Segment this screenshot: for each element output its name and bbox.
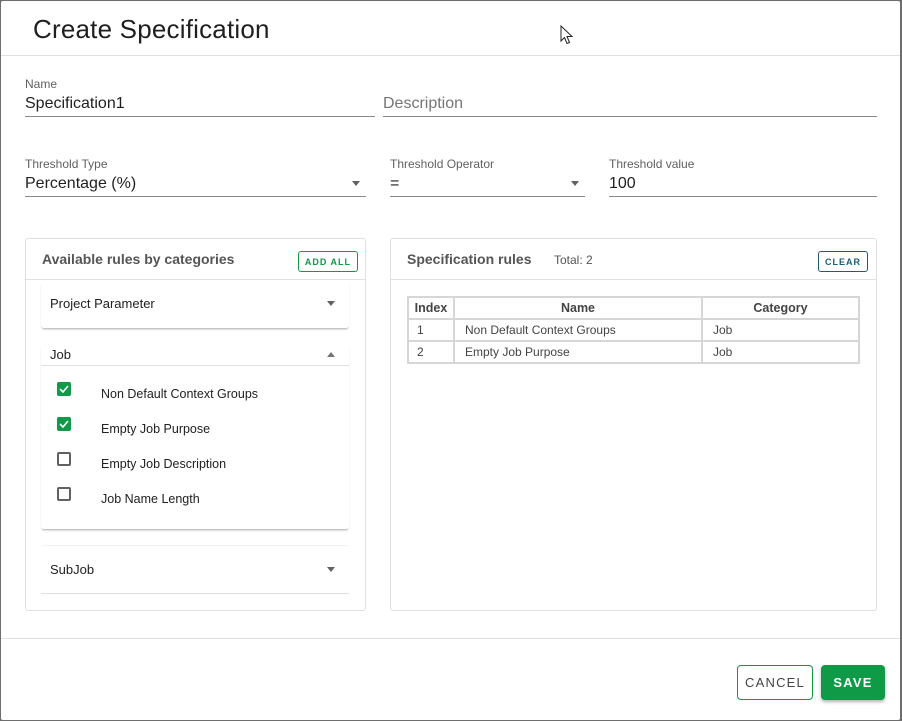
description-input-wrapper <box>383 91 877 117</box>
column-header-index[interactable]: Index <box>407 296 455 320</box>
check-icon <box>59 384 69 393</box>
cell-category: Job <box>701 340 860 364</box>
checkbox-unchecked[interactable] <box>57 451 71 466</box>
available-rules-panel: Available rules by categories ADD ALL Pr… <box>25 238 366 611</box>
table-header-row: Index Name Category <box>407 296 860 320</box>
threshold-operator-field: Threshold Operator = <box>390 157 585 197</box>
cell-index: 2 <box>407 340 455 364</box>
save-button[interactable]: SAVE <box>821 665 885 700</box>
checkbox-unchecked[interactable] <box>57 486 71 501</box>
rule-label: Empty Job Purpose <box>101 421 211 436</box>
checkbox-checked[interactable] <box>57 416 71 431</box>
threshold-value-input-wrapper <box>609 171 877 197</box>
threshold-type-label: Threshold Type <box>25 157 108 171</box>
rule-item[interactable]: Job Name Length <box>41 481 349 516</box>
threshold-value-field: Threshold value <box>609 157 877 197</box>
category-header-job[interactable]: Job <box>41 344 349 366</box>
name-field: Name <box>25 77 375 117</box>
specification-rules-table: Index Name Category 1 Non Default Contex… <box>407 296 860 364</box>
threshold-type-value: Percentage (%) <box>25 174 137 192</box>
cancel-button[interactable]: CANCEL <box>737 665 813 700</box>
category-label: Job <box>50 347 71 362</box>
category-accordion-subjob: SubJob <box>41 545 349 594</box>
threshold-value-input[interactable] <box>609 174 871 193</box>
job-rules-list: Non Default Context Groups Empty Job Pur… <box>41 366 349 516</box>
total-count: Total: 2 <box>554 253 593 267</box>
chevron-down-icon <box>352 181 360 186</box>
column-header-category[interactable]: Category <box>701 296 860 320</box>
rule-item[interactable]: Non Default Context Groups <box>41 376 349 411</box>
table-row[interactable]: 2 Empty Job Purpose Job <box>407 340 860 364</box>
threshold-operator-label: Threshold Operator <box>390 157 495 171</box>
threshold-value-label: Threshold value <box>609 157 695 171</box>
threshold-operator-select[interactable]: = <box>390 171 585 197</box>
category-label: SubJob <box>50 562 95 577</box>
cell-category: Job <box>701 318 860 342</box>
description-field <box>383 77 877 117</box>
clear-button[interactable]: CLEAR <box>818 251 868 272</box>
category-header-project-parameter[interactable]: Project Parameter <box>41 281 349 325</box>
check-icon <box>59 419 69 428</box>
column-header-name[interactable]: Name <box>453 296 703 320</box>
name-input[interactable] <box>25 94 369 113</box>
chevron-down-icon <box>327 300 335 306</box>
add-all-button[interactable]: ADD ALL <box>297 251 358 272</box>
category-header-subjob[interactable]: SubJob <box>41 546 349 594</box>
rule-item[interactable]: Empty Job Purpose <box>41 411 349 446</box>
category-label: Project Parameter <box>50 295 155 311</box>
dialog-header: Create Specification <box>1 1 900 56</box>
specification-rules-title: Specification rules <box>407 251 532 267</box>
rule-item[interactable]: Empty Job Description <box>41 446 349 481</box>
threshold-operator-value: = <box>390 174 400 192</box>
category-accordion-project-parameter: Project Parameter <box>41 281 349 328</box>
create-specification-dialog: Create Specification Name Threshold Type… <box>1 1 900 720</box>
name-label: Name <box>25 77 58 91</box>
rule-label: Empty Job Description <box>101 456 227 471</box>
threshold-type-select[interactable]: Percentage (%) <box>25 171 366 197</box>
checkbox-checked[interactable] <box>57 381 71 396</box>
threshold-type-field: Threshold Type Percentage (%) <box>25 157 366 197</box>
mouse-cursor-icon <box>560 25 573 45</box>
name-input-wrapper <box>25 91 375 117</box>
chevron-up-icon <box>327 352 335 357</box>
chevron-down-icon <box>327 567 335 572</box>
specification-rules-header: Specification rules Total: 2 CLEAR <box>391 239 876 280</box>
category-accordion-job: Job Non Default Context Groups Empty Job… <box>41 344 349 529</box>
cell-name: Empty Job Purpose <box>453 340 703 364</box>
description-input[interactable] <box>383 94 871 113</box>
available-rules-title: Available rules by categories <box>42 251 235 267</box>
dialog-title: Create Specification <box>33 14 270 44</box>
chevron-down-icon <box>571 181 579 186</box>
cell-index: 1 <box>407 318 455 342</box>
cell-name: Non Default Context Groups <box>453 318 703 342</box>
dialog-footer: CANCEL SAVE <box>1 638 900 720</box>
table-row[interactable]: 1 Non Default Context Groups Job <box>407 318 860 342</box>
rule-label: Job Name Length <box>101 491 200 506</box>
available-rules-header: Available rules by categories ADD ALL <box>26 239 365 280</box>
rule-label: Non Default Context Groups <box>101 386 259 401</box>
specification-rules-panel: Specification rules Total: 2 CLEAR Index… <box>390 238 877 611</box>
